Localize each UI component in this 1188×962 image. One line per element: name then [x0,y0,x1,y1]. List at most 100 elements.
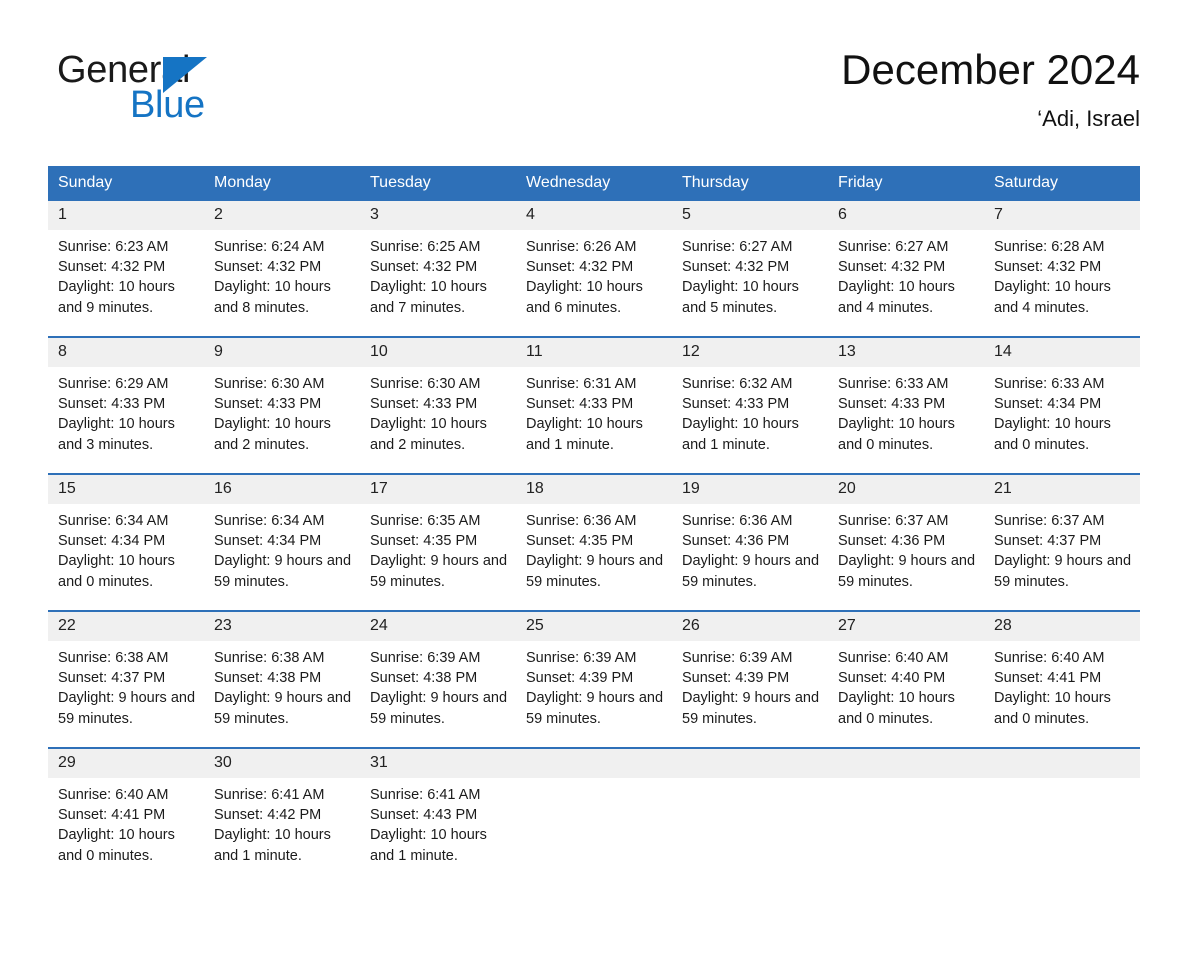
calendar-day-cell[interactable]: 20 Sunrise: 6:37 AM Sunset: 4:36 PM Dayligh… [828,473,984,611]
daylight-text: Daylight: 9 hours and 59 minutes. [370,553,508,590]
day-details [672,778,828,884]
calendar-day-cell[interactable]: 11 Sunrise: 6:31 AM Sunset: 4:33 PM Dayligh… [516,336,672,474]
daylight-text: Daylight: 10 hours and 0 minutes. [994,690,1111,727]
daylight-text: Daylight: 9 hours and 59 minutes. [214,553,352,590]
calendar-page: General Blue December 2024 ‘Adi, Israel … [0,44,1188,962]
day-details: Sunrise: 6:40 AM Sunset: 4:41 PM Daylight:… [984,641,1140,747]
day-details [828,778,984,884]
calendar-day-cell[interactable]: 21 Sunrise: 6:37 AM Sunset: 4:37 PM Dayligh… [984,473,1140,611]
day-details: Sunrise: 6:32 AM Sunset: 4:33 PM Daylight:… [672,367,828,473]
day-details: Sunrise: 6:37 AM Sunset: 4:36 PM Daylight:… [828,504,984,610]
sunset-text: Sunset: 4:32 PM [682,259,790,276]
sunrise-text: Sunrise: 6:40 AM [838,650,949,666]
calendar-day-cell[interactable]: 22 Sunrise: 6:38 AM Sunset: 4:37 PM Dayligh… [48,610,204,748]
calendar-day-cell[interactable]: 17 Sunrise: 6:35 AM Sunset: 4:35 PM Dayligh… [360,473,516,611]
calendar-day-cell[interactable]: 31 Sunrise: 6:41 AM Sunset: 4:43 PM Dayligh… [360,747,516,884]
day-number: 30 [204,749,360,778]
calendar-day-cell[interactable]: 4 Sunrise: 6:26 AM Sunset: 4:32 PM Daylight… [516,201,672,337]
sunset-text: Sunset: 4:39 PM [526,670,634,687]
day-details: Sunrise: 6:38 AM Sunset: 4:37 PM Daylight:… [48,641,204,747]
sunrise-text: Sunrise: 6:41 AM [214,787,325,803]
day-details: Sunrise: 6:30 AM Sunset: 4:33 PM Daylight:… [204,367,360,473]
calendar-day-cell[interactable]: 26 Sunrise: 6:39 AM Sunset: 4:39 PM Dayligh… [672,610,828,748]
calendar-day-cell[interactable]: 29 Sunrise: 6:40 AM Sunset: 4:41 PM Dayligh… [48,747,204,884]
daylight-text: Daylight: 10 hours and 8 minutes. [214,279,331,316]
generalblue-logo[interactable]: General Blue [57,48,277,134]
calendar-day-cell[interactable]: 25 Sunrise: 6:39 AM Sunset: 4:39 PM Dayligh… [516,610,672,748]
calendar-day-cell[interactable]: 8 Sunrise: 6:29 AM Sunset: 4:33 PM Daylight… [48,336,204,474]
calendar-day-cell-empty [672,747,828,884]
calendar-day-cell[interactable]: 9 Sunrise: 6:30 AM Sunset: 4:33 PM Daylight… [204,336,360,474]
calendar-day-cell[interactable]: 27 Sunrise: 6:40 AM Sunset: 4:40 PM Dayligh… [828,610,984,748]
sunset-text: Sunset: 4:36 PM [838,533,946,550]
day-number: 21 [984,475,1140,504]
sunrise-text: Sunrise: 6:39 AM [526,650,637,666]
calendar-day-cell[interactable]: 7 Sunrise: 6:28 AM Sunset: 4:32 PM Daylight… [984,201,1140,337]
calendar-table: Sunday Monday Tuesday Wednesday Thursday… [48,166,1140,884]
day-details: Sunrise: 6:33 AM Sunset: 4:34 PM Daylight:… [984,367,1140,473]
calendar-day-cell[interactable]: 6 Sunrise: 6:27 AM Sunset: 4:32 PM Daylight… [828,201,984,337]
daylight-text: Daylight: 10 hours and 4 minutes. [994,279,1111,316]
sunrise-text: Sunrise: 6:23 AM [58,239,169,255]
daylight-text: Daylight: 10 hours and 7 minutes. [370,279,487,316]
day-details: Sunrise: 6:31 AM Sunset: 4:33 PM Daylight:… [516,367,672,473]
calendar-day-cell[interactable]: 1 Sunrise: 6:23 AM Sunset: 4:32 PM Daylight… [48,201,204,337]
calendar-week-row: 1 Sunrise: 6:23 AM Sunset: 4:32 PM Daylight… [48,201,1140,337]
calendar-day-cell[interactable]: 16 Sunrise: 6:34 AM Sunset: 4:34 PM Dayligh… [204,473,360,611]
daylight-text: Daylight: 9 hours and 59 minutes. [994,553,1132,590]
sunset-text: Sunset: 4:42 PM [214,807,322,824]
weekday-header-wednesday: Wednesday [516,166,672,201]
day-number: 3 [360,201,516,230]
day-number: 2 [204,201,360,230]
calendar-day-cell[interactable]: 14 Sunrise: 6:33 AM Sunset: 4:34 PM Dayligh… [984,336,1140,474]
sunrise-text: Sunrise: 6:32 AM [682,376,793,392]
daylight-text: Daylight: 10 hours and 1 minute. [214,827,331,864]
calendar-day-cell[interactable]: 13 Sunrise: 6:33 AM Sunset: 4:33 PM Dayligh… [828,336,984,474]
calendar-day-cell[interactable]: 18 Sunrise: 6:36 AM Sunset: 4:35 PM Dayligh… [516,473,672,611]
daylight-text: Daylight: 10 hours and 1 minute. [370,827,487,864]
calendar-day-cell[interactable]: 23 Sunrise: 6:38 AM Sunset: 4:38 PM Dayligh… [204,610,360,748]
sunrise-text: Sunrise: 6:36 AM [682,513,793,529]
page-title: December 2024 [841,46,1140,93]
day-details: Sunrise: 6:36 AM Sunset: 4:35 PM Daylight:… [516,504,672,610]
calendar-day-cell[interactable]: 12 Sunrise: 6:32 AM Sunset: 4:33 PM Dayligh… [672,336,828,474]
calendar-week-row: 22 Sunrise: 6:38 AM Sunset: 4:37 PM Dayligh… [48,610,1140,748]
sunrise-text: Sunrise: 6:35 AM [370,513,481,529]
sunrise-text: Sunrise: 6:29 AM [58,376,169,392]
calendar-day-cell[interactable]: 30 Sunrise: 6:41 AM Sunset: 4:42 PM Dayligh… [204,747,360,884]
day-details: Sunrise: 6:41 AM Sunset: 4:43 PM Daylight:… [360,778,516,884]
calendar-day-cell[interactable]: 28 Sunrise: 6:40 AM Sunset: 4:41 PM Dayligh… [984,610,1140,748]
calendar-day-cell[interactable]: 5 Sunrise: 6:27 AM Sunset: 4:32 PM Daylight… [672,201,828,337]
sunrise-text: Sunrise: 6:24 AM [214,239,325,255]
weekday-header-row: Sunday Monday Tuesday Wednesday Thursday… [48,166,1140,201]
day-number: 27 [828,612,984,641]
calendar-day-cell[interactable]: 10 Sunrise: 6:30 AM Sunset: 4:33 PM Dayligh… [360,336,516,474]
sunset-text: Sunset: 4:33 PM [214,396,322,413]
calendar-day-cell[interactable]: 15 Sunrise: 6:34 AM Sunset: 4:34 PM Dayligh… [48,473,204,611]
calendar-day-cell[interactable]: 2 Sunrise: 6:24 AM Sunset: 4:32 PM Daylight… [204,201,360,337]
daylight-text: Daylight: 9 hours and 59 minutes. [526,553,664,590]
day-details: Sunrise: 6:29 AM Sunset: 4:33 PM Daylight:… [48,367,204,473]
sunrise-text: Sunrise: 6:37 AM [838,513,949,529]
day-number [516,749,672,778]
daylight-text: Daylight: 9 hours and 59 minutes. [682,690,820,727]
day-number: 17 [360,475,516,504]
location-subtitle: ‘Adi, Israel [1037,106,1140,131]
day-details: Sunrise: 6:26 AM Sunset: 4:32 PM Daylight:… [516,230,672,336]
sunset-text: Sunset: 4:33 PM [838,396,946,413]
calendar-day-cell[interactable]: 19 Sunrise: 6:36 AM Sunset: 4:36 PM Dayligh… [672,473,828,611]
weekday-header-friday: Friday [828,166,984,201]
weekday-header-tuesday: Tuesday [360,166,516,201]
calendar-day-cell[interactable]: 24 Sunrise: 6:39 AM Sunset: 4:38 PM Dayligh… [360,610,516,748]
day-number [672,749,828,778]
day-number: 5 [672,201,828,230]
sunrise-text: Sunrise: 6:38 AM [58,650,169,666]
day-number: 12 [672,338,828,367]
daylight-text: Daylight: 10 hours and 0 minutes. [838,416,955,453]
sunrise-text: Sunrise: 6:33 AM [838,376,949,392]
sunrise-text: Sunrise: 6:39 AM [370,650,481,666]
day-number: 4 [516,201,672,230]
sunset-text: Sunset: 4:32 PM [994,259,1102,276]
calendar-day-cell[interactable]: 3 Sunrise: 6:25 AM Sunset: 4:32 PM Daylight… [360,201,516,337]
calendar-week-row: 15 Sunrise: 6:34 AM Sunset: 4:34 PM Dayligh… [48,473,1140,611]
